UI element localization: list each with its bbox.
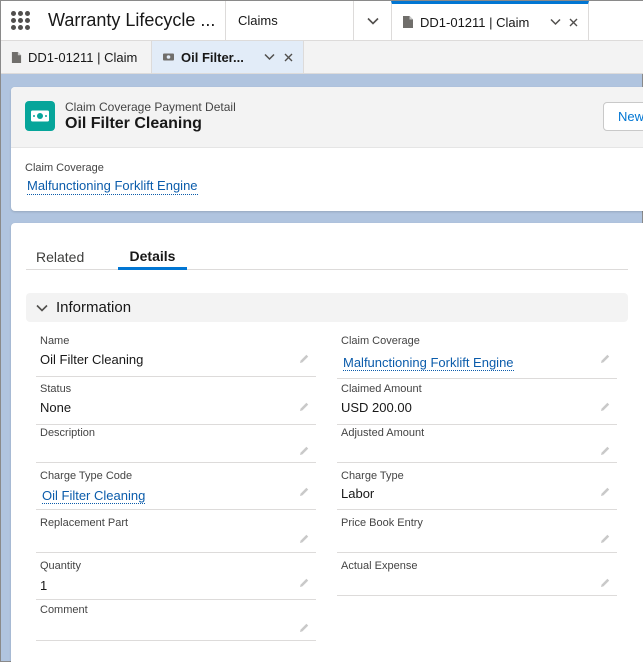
record-header-top: Claim Coverage Payment Detail Oil Filter…: [11, 87, 643, 148]
detail-card: Related Details Information Name Oil Fil…: [11, 223, 643, 662]
nav-menu-dropdown[interactable]: [353, 1, 391, 40]
document-icon: [11, 51, 22, 63]
highlight-claim-coverage-label: Claim Coverage: [25, 162, 104, 174]
field-label: Status: [40, 383, 72, 395]
field-label: Quantity: [40, 560, 81, 572]
pencil-icon[interactable]: [599, 445, 611, 457]
record-header: Claim Coverage Payment Detail Oil Filter…: [11, 87, 643, 211]
pencil-icon[interactable]: [599, 533, 611, 545]
close-icon[interactable]: [284, 53, 293, 62]
global-nav: Warranty Lifecycle ... Claims DD1-01211 …: [1, 1, 643, 41]
field-value: Oil Filter Cleaning: [40, 352, 144, 367]
field-label: Claimed Amount: [341, 383, 422, 395]
app-launcher-button[interactable]: [1, 1, 39, 40]
field-claim-coverage: Claim Coverage Malfunctioning Forklift E…: [337, 335, 617, 379]
field-label: Charge Type Code: [40, 470, 133, 482]
chevron-down-icon: [366, 17, 379, 25]
chevron-down-icon[interactable]: [550, 18, 561, 26]
field-quantity: Quantity 1: [36, 560, 316, 600]
record-title: Oil Filter Cleaning: [65, 115, 202, 132]
field-label: Charge Type: [341, 470, 404, 482]
field-name: Name Oil Filter Cleaning: [36, 335, 316, 377]
field-value-link[interactable]: Oil Filter Cleaning: [42, 488, 146, 504]
record-tabs: Related Details: [26, 223, 628, 270]
document-icon: [403, 16, 413, 28]
nav-tab-record[interactable]: DD1-01211 | Claim: [391, 1, 589, 40]
field-value: Labor: [341, 486, 375, 501]
pencil-icon[interactable]: [599, 401, 611, 413]
field-claimed-amount: Claimed Amount USD 200.00: [337, 383, 617, 425]
field-value: USD 200.00: [341, 400, 412, 415]
chevron-down-icon[interactable]: [264, 53, 275, 61]
pencil-icon[interactable]: [599, 577, 611, 589]
nav-tab-claims[interactable]: Claims: [225, 1, 353, 40]
subtab-claim-label: DD1-01211 | Claim: [28, 49, 138, 65]
section-information-title: Information: [56, 299, 132, 316]
subtab-payment-detail-label: Oil Filter...: [181, 49, 244, 65]
chevron-down-icon: [36, 304, 48, 312]
object-type-label: Claim Coverage Payment Detail: [65, 100, 236, 114]
subtab-payment-detail[interactable]: Oil Filter...: [151, 41, 304, 73]
pencil-icon[interactable]: [298, 486, 310, 498]
pencil-icon[interactable]: [599, 353, 611, 365]
pencil-icon[interactable]: [298, 533, 310, 545]
close-icon[interactable]: [569, 18, 578, 27]
section-information-toggle[interactable]: Information: [26, 293, 628, 322]
workspace-subtabs: DD1-01211 | Claim Oil Filter...: [1, 41, 643, 74]
tab-related[interactable]: Related: [36, 244, 84, 270]
app-name: Warranty Lifecycle ...: [48, 10, 216, 30]
new-button[interactable]: New: [603, 102, 643, 131]
field-replacement-part: Replacement Part: [36, 517, 316, 553]
field-value: 1: [40, 578, 48, 593]
pencil-icon[interactable]: [298, 445, 310, 457]
field-charge-type-code: Charge Type Code Oil Filter Cleaning: [36, 470, 316, 510]
field-label: Description: [40, 427, 96, 439]
field-status: Status None: [36, 383, 316, 425]
subtab-claim[interactable]: DD1-01211 | Claim: [1, 41, 151, 73]
money-icon: [25, 101, 55, 131]
pencil-icon[interactable]: [298, 353, 310, 365]
field-value: None: [40, 400, 72, 415]
field-price-book-entry: Price Book Entry: [337, 517, 617, 553]
field-value-link[interactable]: Malfunctioning Forklift Engine: [343, 355, 514, 371]
field-actual-expense: Actual Expense: [337, 560, 617, 596]
pencil-icon[interactable]: [298, 622, 310, 634]
field-comment: Comment: [36, 604, 316, 641]
tab-details[interactable]: Details: [118, 244, 187, 270]
nav-tab-record-label: DD1-01211 | Claim: [420, 14, 530, 30]
field-adjusted-amount: Adjusted Amount: [337, 427, 617, 463]
field-label: Comment: [40, 604, 88, 616]
pencil-icon[interactable]: [599, 486, 611, 498]
highlight-claim-coverage-link[interactable]: Malfunctioning Forklift Engine: [27, 178, 198, 195]
field-label: Name: [40, 335, 70, 347]
field-label: Replacement Part: [40, 517, 129, 529]
field-description: Description: [36, 427, 316, 463]
pencil-icon[interactable]: [298, 401, 310, 413]
field-label: Claim Coverage: [341, 335, 420, 347]
waffle-grid-icon: [10, 11, 30, 30]
money-icon: [163, 53, 174, 61]
field-label: Adjusted Amount: [341, 427, 425, 439]
field-label: Actual Expense: [341, 560, 418, 572]
field-charge-type: Charge Type Labor: [337, 470, 617, 510]
field-label: Price Book Entry: [341, 517, 423, 529]
pencil-icon[interactable]: [298, 577, 310, 589]
